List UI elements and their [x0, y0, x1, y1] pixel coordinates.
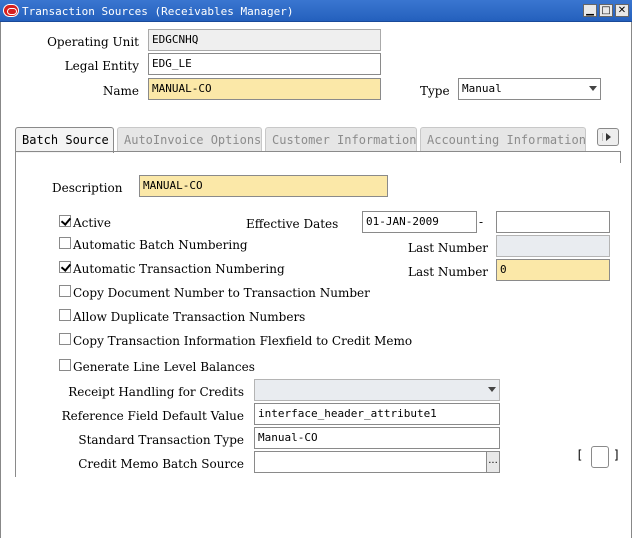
automatic-batch-numbering-label: Automatic Batch Numbering — [73, 238, 248, 252]
reference-field-default-value-field[interactable]: interface_header_attribute1 — [254, 403, 500, 425]
last-number-transaction-field[interactable]: 0 — [496, 259, 610, 281]
name-label: Name — [102, 84, 139, 98]
credit-memo-batch-source-label: Credit Memo Batch Source — [78, 457, 244, 471]
automatic-batch-numbering-checkbox[interactable] — [59, 237, 71, 249]
oracle-logo-icon — [3, 4, 19, 17]
type-select[interactable]: Manual — [458, 78, 601, 100]
copy-document-number-checkbox[interactable] — [59, 285, 71, 297]
allow-duplicate-numbers-checkbox[interactable] — [59, 309, 71, 321]
receipt-handling-select[interactable] — [254, 379, 500, 401]
copy-flexfield-checkbox[interactable] — [59, 333, 71, 345]
descriptive-flexfield-open-bracket: [ — [576, 448, 584, 462]
last-number-label-transaction: Last Number — [408, 265, 489, 279]
tab-autoinvoice-options[interactable]: AutoInvoice Options — [117, 127, 262, 151]
descriptive-flexfield-field[interactable] — [591, 446, 609, 468]
descriptive-flexfield-close-bracket: ] — [613, 448, 621, 462]
tab-batch-source[interactable]: Batch Source — [15, 127, 114, 153]
legal-entity-field[interactable]: EDG_LE — [148, 53, 381, 75]
description-field[interactable]: MANUAL-CO — [139, 175, 388, 197]
operating-unit-field[interactable]: EDGCNHQ — [148, 29, 381, 51]
reference-field-label: Reference Field Default Value — [61, 409, 244, 423]
generate-line-level-balances-label: Generate Line Level Balances — [73, 360, 255, 374]
copy-flexfield-label: Copy Transaction Information Flexfield t… — [73, 334, 413, 348]
type-select-value: Manual — [462, 82, 502, 95]
chevron-right-icon — [606, 133, 611, 141]
effective-dates-dash: - — [479, 215, 484, 229]
active-checkbox[interactable] — [59, 215, 71, 227]
name-field[interactable]: MANUAL-CO — [148, 78, 381, 100]
allow-duplicate-numbers-label: Allow Duplicate Transaction Numbers — [73, 310, 306, 324]
effective-dates-label: Effective Dates — [246, 217, 339, 231]
credit-memo-batch-source-field[interactable] — [254, 451, 487, 473]
automatic-transaction-numbering-checkbox[interactable] — [59, 261, 71, 273]
legal-entity-label: Legal Entity — [64, 59, 139, 73]
tab-scroll-right-button[interactable] — [597, 128, 619, 146]
close-icon[interactable]: ✕ — [615, 4, 629, 17]
description-label: Description — [52, 181, 123, 195]
operating-unit-label: Operating Unit — [47, 35, 139, 49]
effective-to-field[interactable] — [496, 211, 610, 233]
window-title: Transaction Sources (Receivables Manager… — [22, 5, 294, 18]
effective-from-field[interactable]: 01-JAN-2009 — [362, 211, 477, 233]
type-label: Type — [420, 84, 450, 98]
minimize-icon[interactable]: ▁ — [583, 4, 597, 17]
standard-transaction-type-field[interactable]: Manual-CO — [254, 427, 500, 449]
last-number-batch-field[interactable] — [496, 235, 610, 257]
standard-transaction-type-label: Standard Transaction Type — [78, 433, 244, 447]
last-number-label-batch: Last Number — [408, 241, 489, 255]
copy-document-number-label: Copy Document Number to Transaction Numb… — [73, 286, 370, 300]
chevron-down-icon — [488, 387, 496, 392]
active-label: Active — [73, 216, 111, 230]
automatic-transaction-numbering-label: Automatic Transaction Numbering — [73, 262, 285, 276]
receipt-handling-label: Receipt Handling for Credits — [68, 385, 244, 399]
tab-accounting-information[interactable]: Accounting Information — [420, 127, 586, 151]
window-titlebar: Transaction Sources (Receivables Manager… — [0, 0, 632, 22]
chevron-down-icon — [589, 86, 597, 91]
tab-customer-information[interactable]: Customer Information — [265, 127, 417, 151]
list-of-values-button[interactable]: ... — [486, 451, 500, 473]
generate-line-level-balances-checkbox[interactable] — [59, 359, 71, 371]
maximize-icon[interactable]: □ — [599, 4, 613, 17]
